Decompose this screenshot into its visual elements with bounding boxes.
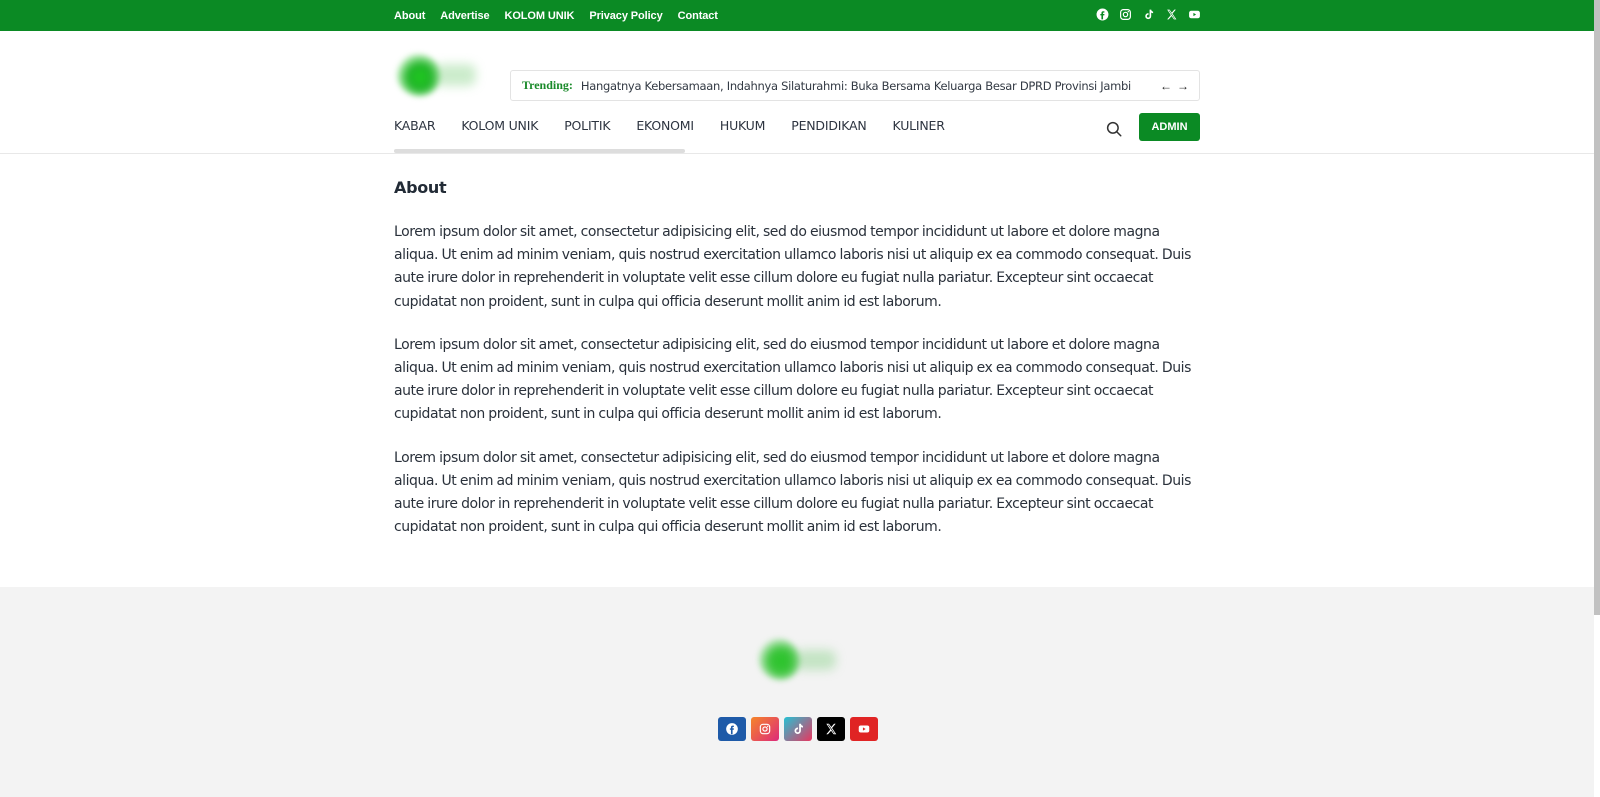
top-link-contact[interactable]: Contact (678, 10, 718, 22)
footer-logo[interactable] (752, 634, 842, 684)
instagram-icon[interactable] (1118, 7, 1132, 21)
top-link-about[interactable]: About (394, 10, 425, 22)
trending-ticker: Trending: Hangatnya Kebersamaan, Indahny… (510, 70, 1200, 101)
instagram-icon[interactable] (751, 717, 779, 741)
facebook-icon[interactable] (1095, 7, 1109, 21)
search-icon[interactable] (1105, 120, 1123, 138)
nav-item-ekonomi[interactable]: EKONOMI (636, 110, 694, 150)
top-link-advertise[interactable]: Advertise (440, 10, 489, 22)
nav-item-kabar[interactable]: KABAR (394, 110, 436, 150)
logo-wordmark (434, 64, 476, 86)
x-icon[interactable] (1164, 7, 1178, 21)
trending-headline[interactable]: Hangatnya Kebersamaan, Indahnya Silatura… (581, 79, 1131, 93)
youtube-icon[interactable] (850, 717, 878, 741)
site-logo[interactable] (394, 52, 478, 98)
nav-item-politik[interactable]: POLITIK (564, 110, 610, 150)
header-divider (0, 153, 1594, 154)
page-scrollbar[interactable] (1594, 0, 1600, 615)
top-social-links (1095, 7, 1201, 21)
footer-social-links (718, 717, 878, 741)
trending-controls: ← → (1160, 79, 1189, 93)
nav-item-kolom-unik[interactable]: KOLOM UNIK (461, 110, 538, 150)
content-paragraph: Lorem ipsum dolor sit amet, consectetur … (394, 336, 1191, 423)
top-bar: About Advertise KOLOM UNIK Privacy Polic… (0, 0, 1594, 31)
nav-item-pendidikan[interactable]: PENDIDIKAN (791, 110, 866, 150)
page-title: About (394, 178, 447, 197)
footer-logo-wordmark (794, 650, 836, 670)
arrow-left-icon[interactable]: ← (1160, 79, 1172, 93)
top-links: About Advertise KOLOM UNIK Privacy Polic… (394, 0, 718, 31)
facebook-icon[interactable] (718, 717, 746, 741)
site-footer (0, 587, 1594, 797)
arrow-right-icon[interactable]: → (1177, 79, 1189, 93)
main-nav: KABAR KOLOM UNIK POLITIK EKONOMI HUKUM P… (394, 110, 945, 150)
top-link-privacy-policy[interactable]: Privacy Policy (589, 10, 662, 22)
nav-item-hukum[interactable]: HUKUM (720, 110, 766, 150)
x-icon[interactable] (817, 717, 845, 741)
youtube-icon[interactable] (1187, 7, 1201, 21)
top-link-kolom-unik[interactable]: KOLOM UNIK (505, 10, 575, 22)
page-content: About Lorem ipsum dolor sit amet, consec… (394, 178, 1202, 559)
content-paragraph: Lorem ipsum dolor sit amet, consectetur … (394, 224, 1191, 310)
nav-item-kuliner[interactable]: KULINER (893, 110, 945, 150)
admin-button[interactable]: ADMIN (1139, 113, 1200, 141)
tiktok-icon[interactable] (784, 717, 812, 741)
tiktok-icon[interactable] (1141, 7, 1155, 21)
content-paragraph: Lorem ipsum dolor sit amet, consectetur … (394, 449, 1191, 536)
trending-label: Trending: (522, 78, 573, 92)
